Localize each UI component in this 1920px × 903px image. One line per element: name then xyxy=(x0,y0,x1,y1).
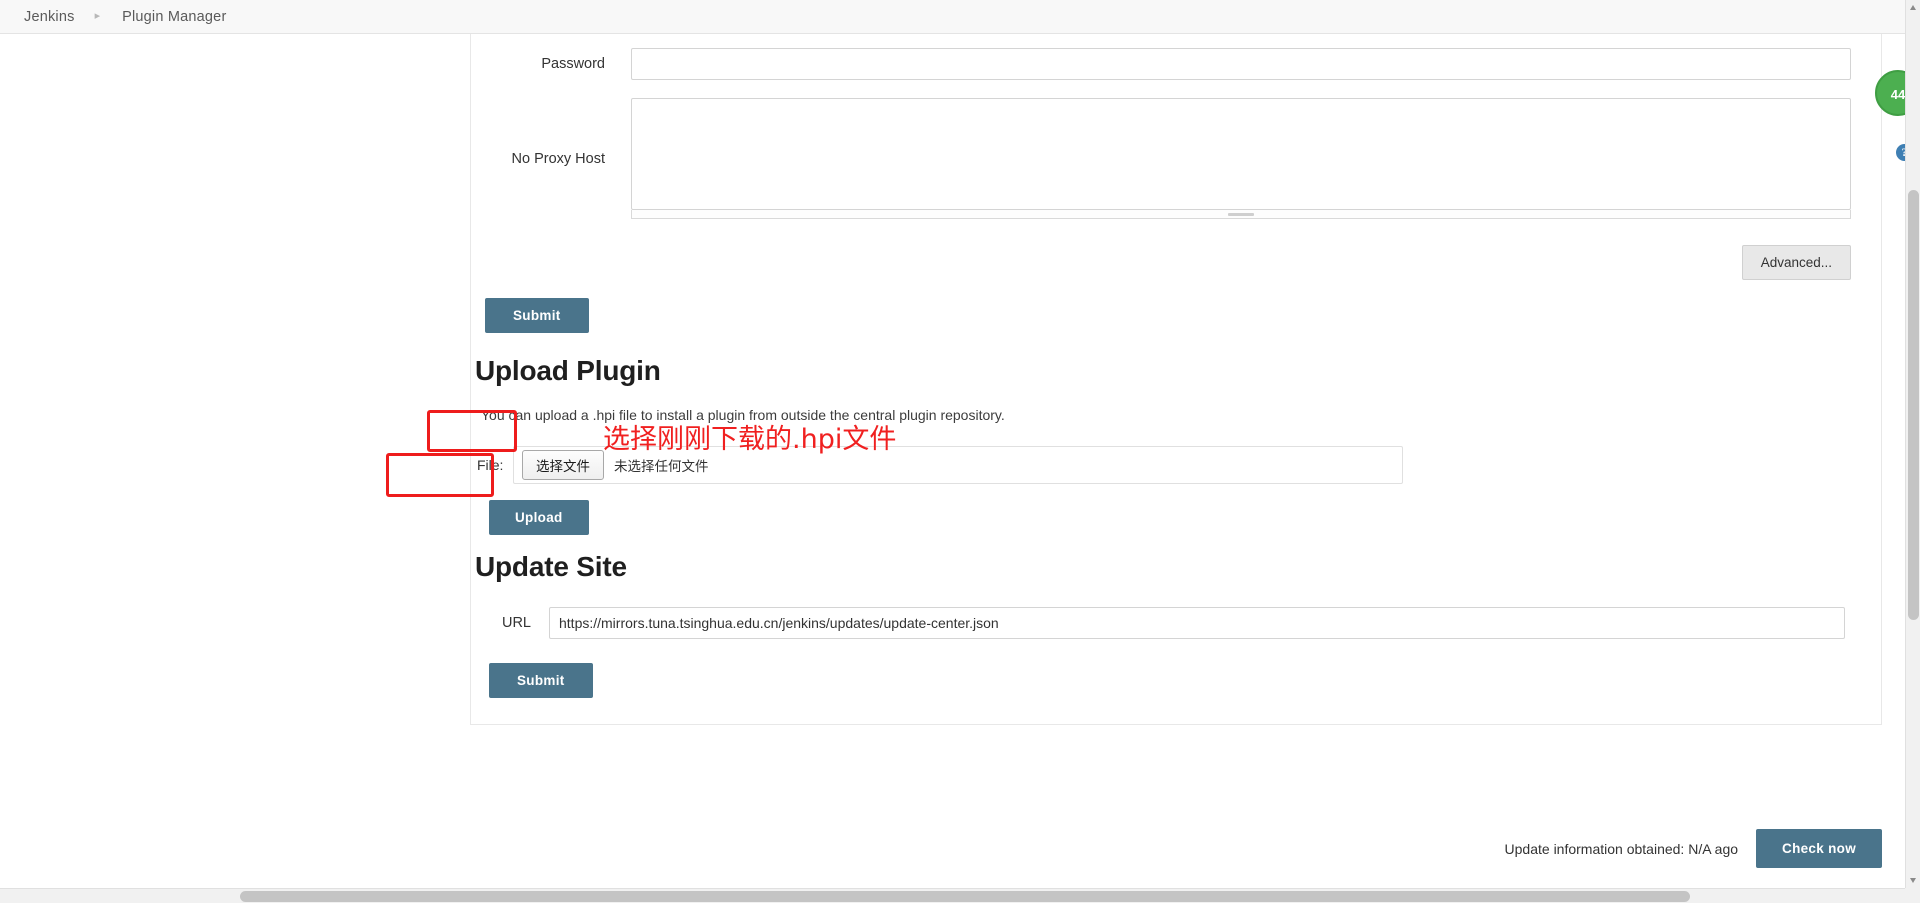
password-label: Password xyxy=(541,56,605,72)
annotation-note-text: 选择刚刚下载的.hpi文件 xyxy=(603,424,897,455)
upload-button[interactable]: Upload xyxy=(489,500,589,535)
url-label: URL xyxy=(501,615,531,631)
file-label: File: xyxy=(477,457,504,473)
config-panel: Password No Proxy Host ? Advanced... xyxy=(470,34,1913,725)
update-site-section: Update Site URL Submit xyxy=(471,535,1881,724)
no-proxy-host-field-wrap: ? xyxy=(631,98,1913,219)
advanced-row: Advanced... xyxy=(471,219,1881,280)
form-row-update-url: URL xyxy=(475,583,1881,639)
horizontal-scroll-thumb[interactable] xyxy=(240,891,1690,902)
chevron-right-icon: ▸ xyxy=(94,10,101,22)
vertical-scroll-thumb[interactable] xyxy=(1908,190,1919,620)
form-row-password: Password xyxy=(471,34,1881,80)
password-field-wrap xyxy=(631,48,1881,80)
no-proxy-host-textarea[interactable] xyxy=(631,98,1851,210)
breadcrumb-item-plugin-manager[interactable]: Plugin Manager xyxy=(116,9,232,25)
scrollbar-corner xyxy=(1905,888,1920,903)
password-input[interactable] xyxy=(631,48,1851,80)
footer-row: Update information obtained: N/A ago Che… xyxy=(470,829,1882,868)
breadcrumb-item-jenkins[interactable]: Jenkins xyxy=(18,9,81,25)
choose-file-button[interactable]: 选择文件 xyxy=(522,450,604,480)
scroll-down-arrow-icon[interactable] xyxy=(1906,873,1920,888)
upload-button-row: Upload xyxy=(475,484,1881,535)
form-row-no-proxy-host: No Proxy Host ? xyxy=(471,80,1913,219)
scroll-up-arrow-icon[interactable] xyxy=(1906,0,1920,15)
update-site-submit-row: Submit xyxy=(475,639,1881,724)
update-site-submit-button[interactable]: Submit xyxy=(489,663,593,698)
jenkins-plugin-manager-screen: Jenkins ▸ Plugin Manager Password No Pro… xyxy=(0,0,1920,903)
page-body: Password No Proxy Host ? Advanced... xyxy=(0,34,1920,889)
proxy-submit-row: Submit xyxy=(471,280,1881,333)
update-info-status: Update information obtained: N/A ago xyxy=(1504,840,1739,857)
no-proxy-host-label: No Proxy Host xyxy=(511,150,605,167)
advanced-button[interactable]: Advanced... xyxy=(1741,245,1851,280)
textarea-resize-handle[interactable] xyxy=(631,210,1851,219)
url-field-wrap xyxy=(549,607,1881,639)
vertical-scrollbar[interactable] xyxy=(1905,0,1920,888)
no-file-chosen-text: 未选择任何文件 xyxy=(614,459,709,474)
horizontal-scrollbar[interactable] xyxy=(0,888,1920,903)
proxy-submit-button[interactable]: Submit xyxy=(485,298,589,333)
upload-plugin-heading: Upload Plugin xyxy=(475,355,661,386)
breadcrumb: Jenkins ▸ Plugin Manager xyxy=(0,0,1920,34)
update-site-heading: Update Site xyxy=(475,551,627,582)
check-now-button[interactable]: Check now xyxy=(1756,829,1882,868)
update-site-url-input[interactable] xyxy=(549,607,1845,639)
